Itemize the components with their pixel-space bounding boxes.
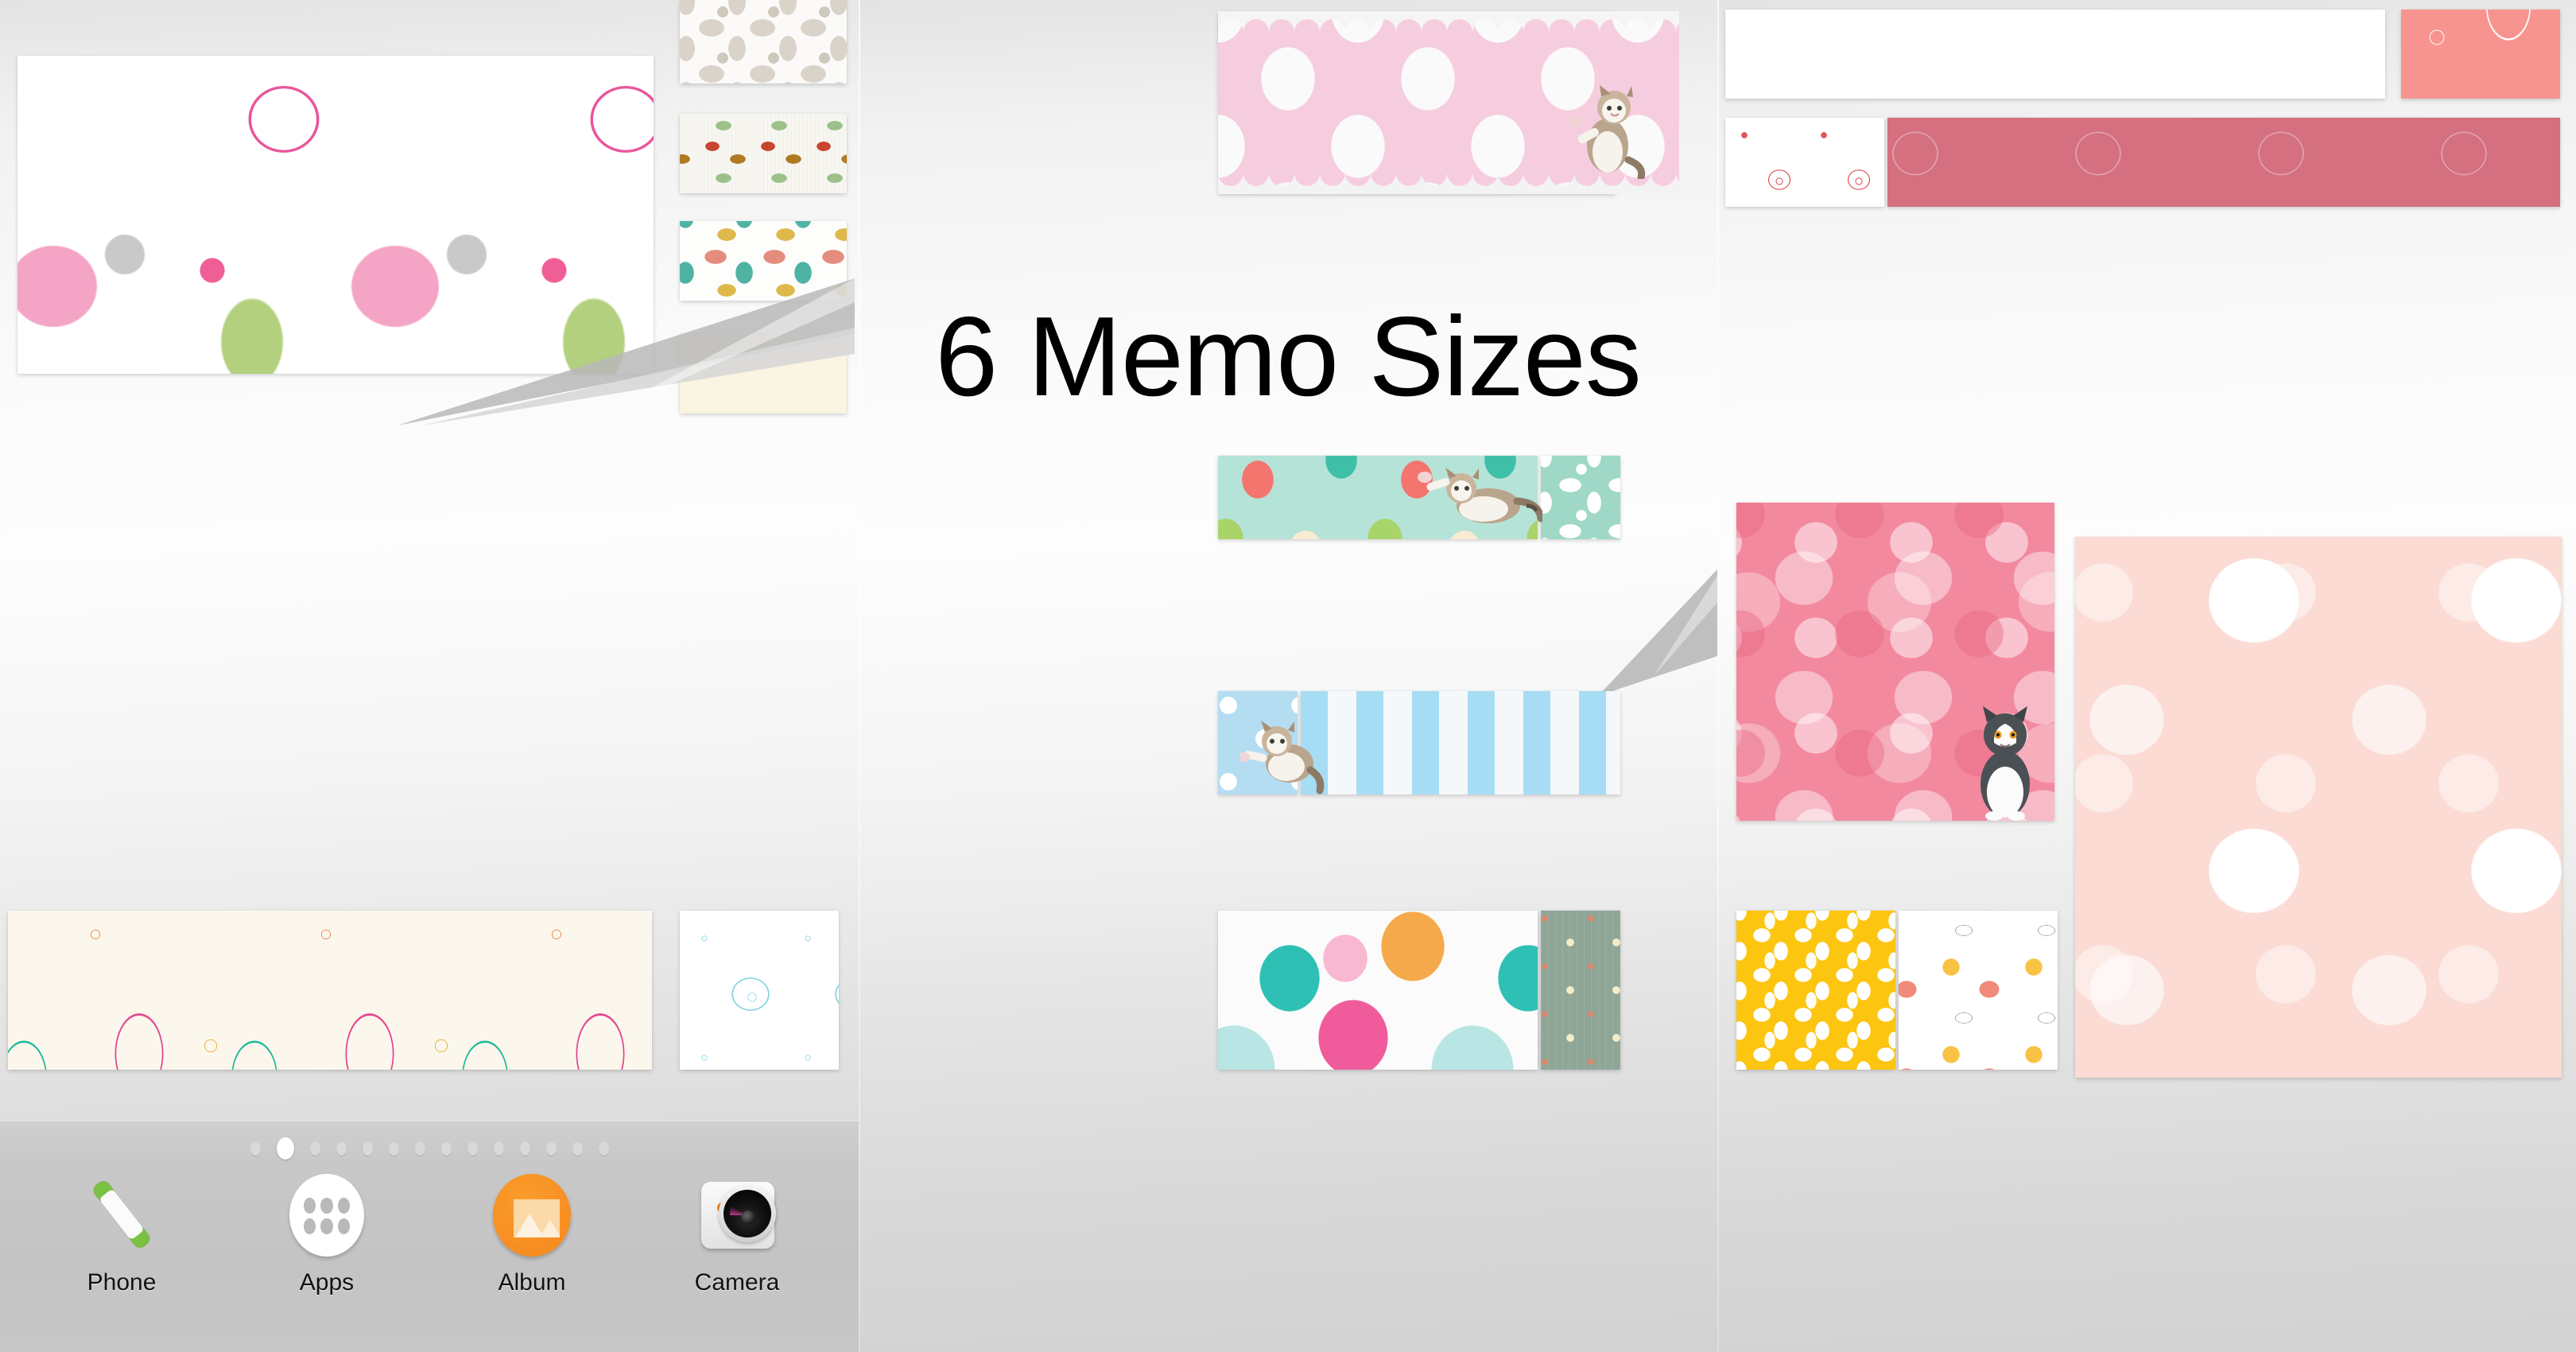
memo-floral-grey[interactable] <box>680 0 847 84</box>
memo-paisley-wide[interactable] <box>8 911 652 1070</box>
apps-grid-dot <box>337 1198 350 1214</box>
apps-grid-dot <box>304 1218 316 1234</box>
dock-item-phone[interactable]: Phone <box>46 1171 197 1296</box>
page-dot[interactable] <box>362 1141 373 1156</box>
scallop-edge-bottom <box>1218 173 1679 194</box>
memo-berry-sprig[interactable] <box>680 114 847 193</box>
memo-linework[interactable] <box>680 221 847 301</box>
memo-big-dots[interactable] <box>1218 911 1538 1070</box>
page-dot[interactable] <box>309 1141 320 1156</box>
memo-sakura-dense[interactable] <box>1736 503 2054 821</box>
album-photo-icon <box>493 1174 571 1257</box>
dock-row-left[interactable]: Phone Apps Album Camera <box>0 1171 859 1330</box>
apps-grid-dot <box>337 1218 350 1234</box>
dock-item-label: Album <box>498 1269 566 1296</box>
page-indicator-left[interactable] <box>0 1137 859 1160</box>
home-panel-left[interactable]: Phone Apps Album Camera <box>0 0 859 1352</box>
dock-item-apps[interactable]: Apps <box>251 1171 402 1296</box>
apps-grid-dot <box>320 1218 333 1234</box>
page-dot[interactable] <box>250 1141 261 1156</box>
memo-blue-stripes[interactable] <box>1301 691 1620 794</box>
album-photo-icon[interactable] <box>488 1171 576 1258</box>
home-panel-right[interactable]: PhoneAppsAlbumCamera <box>1717 0 2576 1352</box>
camera-lens-icon <box>719 1185 776 1242</box>
home-screen-screenshot: Phone Apps Album Camera 6 Memo Sizes <box>0 0 2576 1352</box>
home-panel-center[interactable]: PhoneAppsAlbumCamera <box>859 0 1717 1352</box>
page-dot[interactable] <box>598 1141 609 1156</box>
memo-sakura-light[interactable] <box>2075 537 2562 1078</box>
page-dot[interactable] <box>440 1141 452 1156</box>
page-dot[interactable] <box>388 1141 399 1156</box>
page-dot[interactable] <box>414 1141 425 1156</box>
memo-peony-band[interactable] <box>1725 10 2385 99</box>
page-dot[interactable] <box>467 1141 478 1156</box>
phone-handset-icon <box>80 1172 164 1257</box>
memo-yellow-daisy[interactable] <box>1736 911 1895 1070</box>
dock-item-camera[interactable]: Camera <box>661 1171 813 1296</box>
page-dot[interactable] <box>519 1141 530 1156</box>
page-dot[interactable] <box>545 1141 557 1156</box>
apps-grid-icon[interactable] <box>283 1171 370 1258</box>
scallop-edge-top <box>1218 11 1679 32</box>
album-photo-frame <box>514 1199 560 1237</box>
page-dot[interactable] <box>493 1141 504 1156</box>
apps-grid-dot <box>304 1198 316 1214</box>
camera-lens-aperture <box>741 1210 755 1225</box>
apps-grid <box>304 1198 350 1234</box>
album-mountain-small <box>539 1220 560 1237</box>
page-dot-active[interactable] <box>276 1137 294 1160</box>
page-title: 6 Memo Sizes <box>935 293 1642 420</box>
dock-item-label: Apps <box>299 1269 355 1296</box>
panel-divider <box>1717 0 1719 1352</box>
dock-left[interactable]: Phone Apps Album Camera <box>0 1121 859 1352</box>
dock-item-label: Phone <box>87 1269 157 1296</box>
memo-coral-paisley[interactable] <box>2401 10 2560 99</box>
memo-sakura-band[interactable] <box>1887 118 2560 207</box>
memo-blue-outline[interactable] <box>680 911 839 1070</box>
memo-mint-damask[interactable] <box>1541 456 1620 539</box>
apps-grid-dot <box>320 1198 333 1214</box>
memo-red-doodle[interactable] <box>1725 118 1884 207</box>
memo-sage-grid[interactable] <box>1541 911 1620 1070</box>
memo-blue-dots[interactable] <box>1218 691 1298 794</box>
panel-divider <box>859 0 860 1352</box>
memo-bird-heart[interactable] <box>1899 911 2058 1070</box>
phone-handset-icon[interactable] <box>78 1171 165 1258</box>
camera-lens-glass <box>724 1190 771 1237</box>
panel-background <box>859 0 1717 1352</box>
dock-item-label: Camera <box>694 1269 780 1296</box>
camera-lens-icon[interactable] <box>693 1171 781 1258</box>
dock-item-album[interactable]: Album <box>456 1171 607 1296</box>
page-dot[interactable] <box>572 1141 583 1156</box>
memo-pink-polka-extension[interactable] <box>1218 11 1679 194</box>
memo-mint-polka[interactable] <box>1218 456 1538 539</box>
page-dot[interactable] <box>336 1141 347 1156</box>
